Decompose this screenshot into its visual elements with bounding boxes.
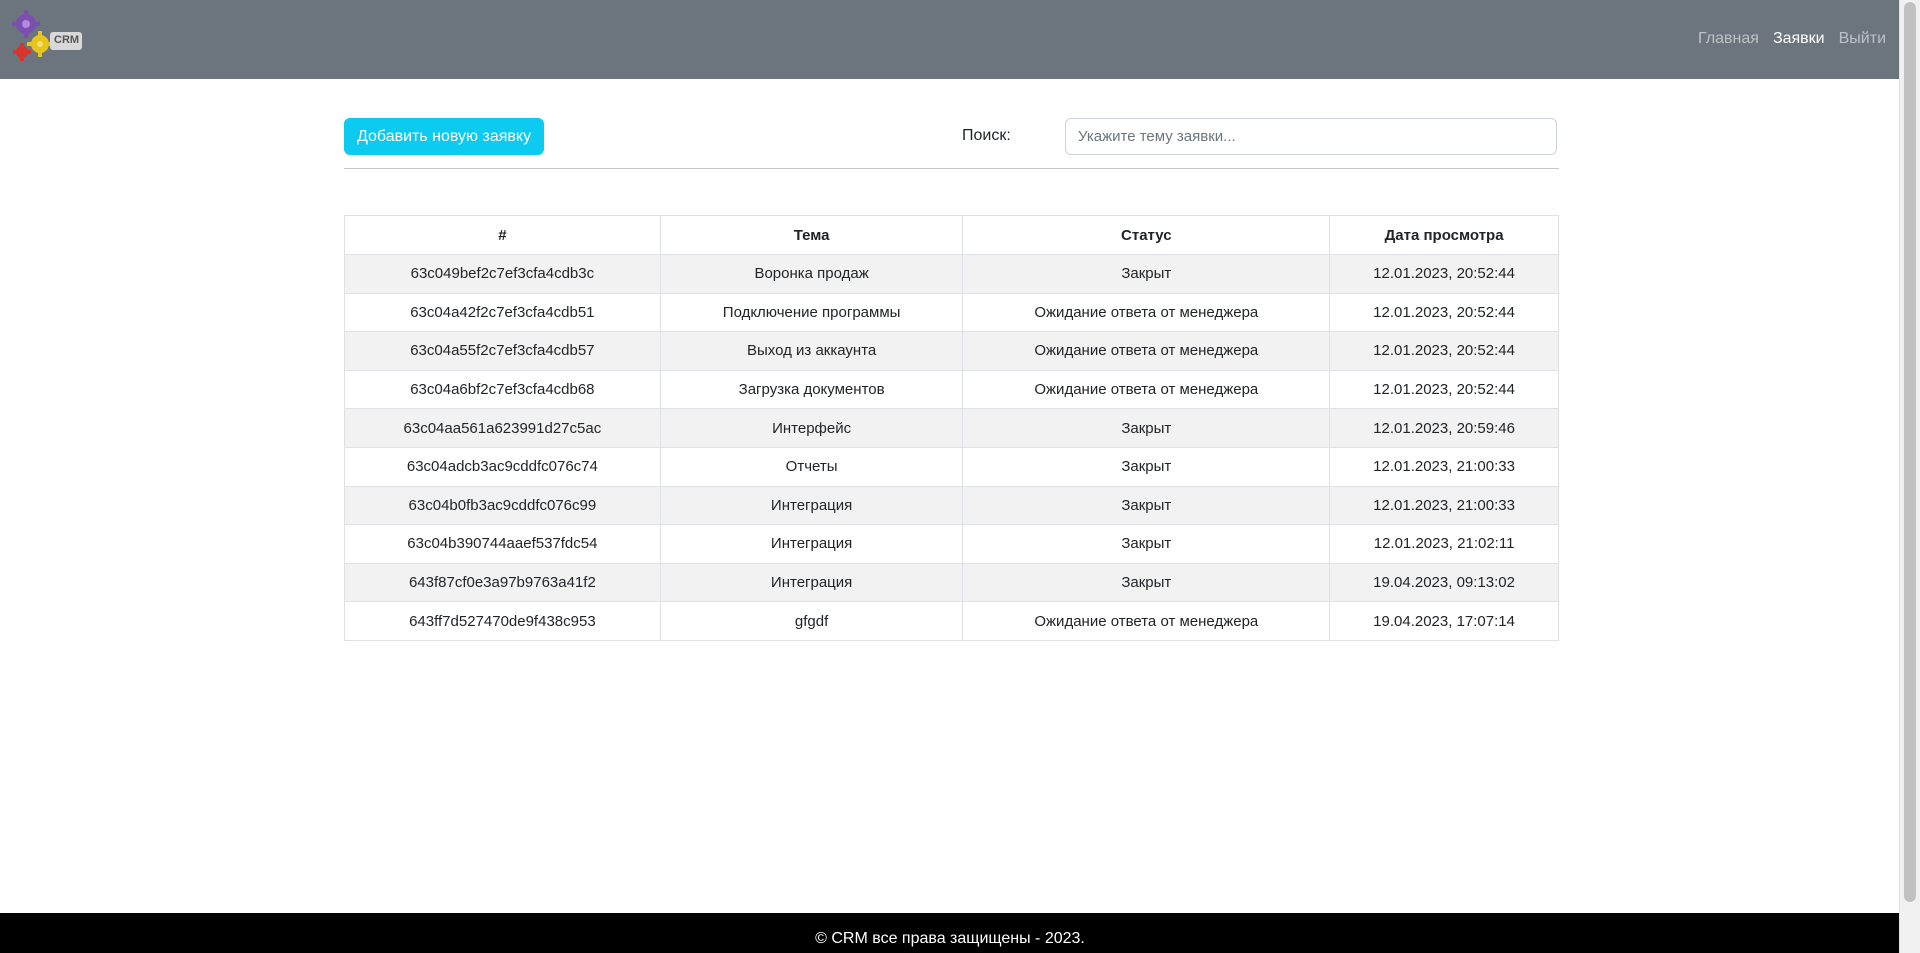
cell-date: 12.01.2023, 21:00:33 [1329,446,1559,487]
cell-status: Закрыт [962,408,1331,448]
cell-topic: Интеграция [659,524,964,564]
nav-home-link[interactable]: Главная [1698,28,1759,50]
search-label: Поиск: [962,127,1011,144]
cell-status: Закрыт [962,524,1331,564]
table-row[interactable]: 63c04a42f2c7ef3cfa4cdb51 Подключение про… [344,292,1559,333]
cell-topic: Интерфейс [659,408,964,448]
table-row[interactable]: 63c04adcb3ac9cddfc076c74 Отчеты Закрыт 1… [344,446,1559,487]
cell-topic: gfgdf [659,601,964,641]
toolbar: Добавить новую заявку Поиск: [344,118,1559,155]
cell-status: Ожидание ответа от менеджера [962,292,1331,333]
table-header: # Тема Статус Дата просмотра [344,215,1559,255]
table-row[interactable]: 63c04aa561a623991d27c5ac Интерфейс Закры… [344,408,1559,448]
footer: © CRM все права защищены - 2023. [0,913,1900,953]
cell-date: 12.01.2023, 21:02:11 [1329,524,1559,564]
search-input[interactable] [1065,118,1557,155]
cell-topic: Подключение программы [659,292,964,333]
footer-copyright: © CRM все права защищены - 2023. [815,930,1085,947]
cell-id: 63c04a55f2c7ef3cfa4cdb57 [344,331,661,371]
tickets-table: # Тема Статус Дата просмотра 63c049bef2c… [344,215,1559,641]
table-row[interactable]: 643ff7d527470de9f438c953 gfgdf Ожидание … [344,601,1559,641]
cell-date: 12.01.2023, 20:52:44 [1329,292,1559,333]
cell-status: Закрыт [962,485,1331,526]
navbar: CRM Главная Заявки Выйти [0,0,1900,79]
table-row[interactable]: 63c04a55f2c7ef3cfa4cdb57 Выход из аккаун… [344,331,1559,371]
cell-id: 63c04b0fb3ac9cddfc076c99 [344,485,661,526]
cell-date: 19.04.2023, 17:07:14 [1329,601,1559,641]
add-ticket-button[interactable]: Добавить новую заявку [344,118,545,155]
cell-date: 12.01.2023, 20:52:44 [1329,331,1559,371]
cell-status: Ожидание ответа от менеджера [962,369,1331,410]
cell-id: 63c04b390744aaef537fdc54 [344,524,661,564]
cell-status: Закрыт [962,562,1331,603]
table-body: 63c049bef2c7ef3cfa4cdb3c Воронка продаж … [344,254,1559,641]
vertical-scrollbar[interactable] [1899,0,1920,953]
cell-id: 63c04a6bf2c7ef3cfa4cdb68 [344,369,661,410]
table-row[interactable]: 63c04a6bf2c7ef3cfa4cdb68 Загрузка докуме… [344,369,1559,410]
scrollbar-thumb[interactable] [1904,2,1916,902]
nav-tickets-link[interactable]: Заявки [1773,28,1825,50]
cell-status: Закрыт [962,254,1331,294]
cell-id: 643ff7d527470de9f438c953 [344,601,661,641]
cell-id: 63c04adcb3ac9cddfc076c74 [344,446,661,487]
cell-date: 12.01.2023, 21:00:33 [1329,485,1559,526]
crm-logo[interactable]: CRM [12,10,86,66]
cell-status: Закрыт [962,446,1331,487]
cell-status: Ожидание ответа от менеджера [962,331,1331,371]
column-header-id[interactable]: # [344,215,661,255]
cell-topic: Интеграция [659,485,964,526]
column-header-date[interactable]: Дата просмотра [1329,215,1559,255]
cell-id: 643f87cf0e3a97b9763a41f2 [344,562,661,603]
nav-logout-link[interactable]: Выйти [1839,28,1886,50]
table-row[interactable]: 63c04b0fb3ac9cddfc076c99 Интеграция Закр… [344,485,1559,526]
cell-date: 12.01.2023, 20:52:44 [1329,254,1559,294]
cell-date: 12.01.2023, 20:52:44 [1329,369,1559,410]
cell-topic: Воронка продаж [659,254,964,294]
cell-topic: Интеграция [659,562,964,603]
cell-topic: Загрузка документов [659,369,964,410]
cell-status: Ожидание ответа от менеджера [962,601,1331,641]
cell-topic: Выход из аккаунта [659,331,964,371]
cell-id: 63c04a42f2c7ef3cfa4cdb51 [344,292,661,333]
page: CRM Главная Заявки Выйти Добавить новую … [0,0,1920,953]
column-header-topic[interactable]: Тема [659,215,964,255]
cell-topic: Отчеты [659,446,964,487]
cell-date: 12.01.2023, 20:59:46 [1329,408,1559,448]
table-row[interactable]: 63c04b390744aaef537fdc54 Интеграция Закр… [344,524,1559,564]
cell-id: 63c04aa561a623991d27c5ac [344,408,661,448]
cell-id: 63c049bef2c7ef3cfa4cdb3c [344,254,661,294]
nav-links: Главная Заявки Выйти [1698,28,1886,50]
table-row[interactable]: 643f87cf0e3a97b9763a41f2 Интеграция Закр… [344,562,1559,603]
toolbar-divider [344,168,1559,169]
column-header-status[interactable]: Статус [962,215,1331,255]
cell-date: 19.04.2023, 09:13:02 [1329,562,1559,603]
logo-text: CRM [54,34,80,46]
table-row[interactable]: 63c049bef2c7ef3cfa4cdb3c Воронка продаж … [344,254,1559,294]
